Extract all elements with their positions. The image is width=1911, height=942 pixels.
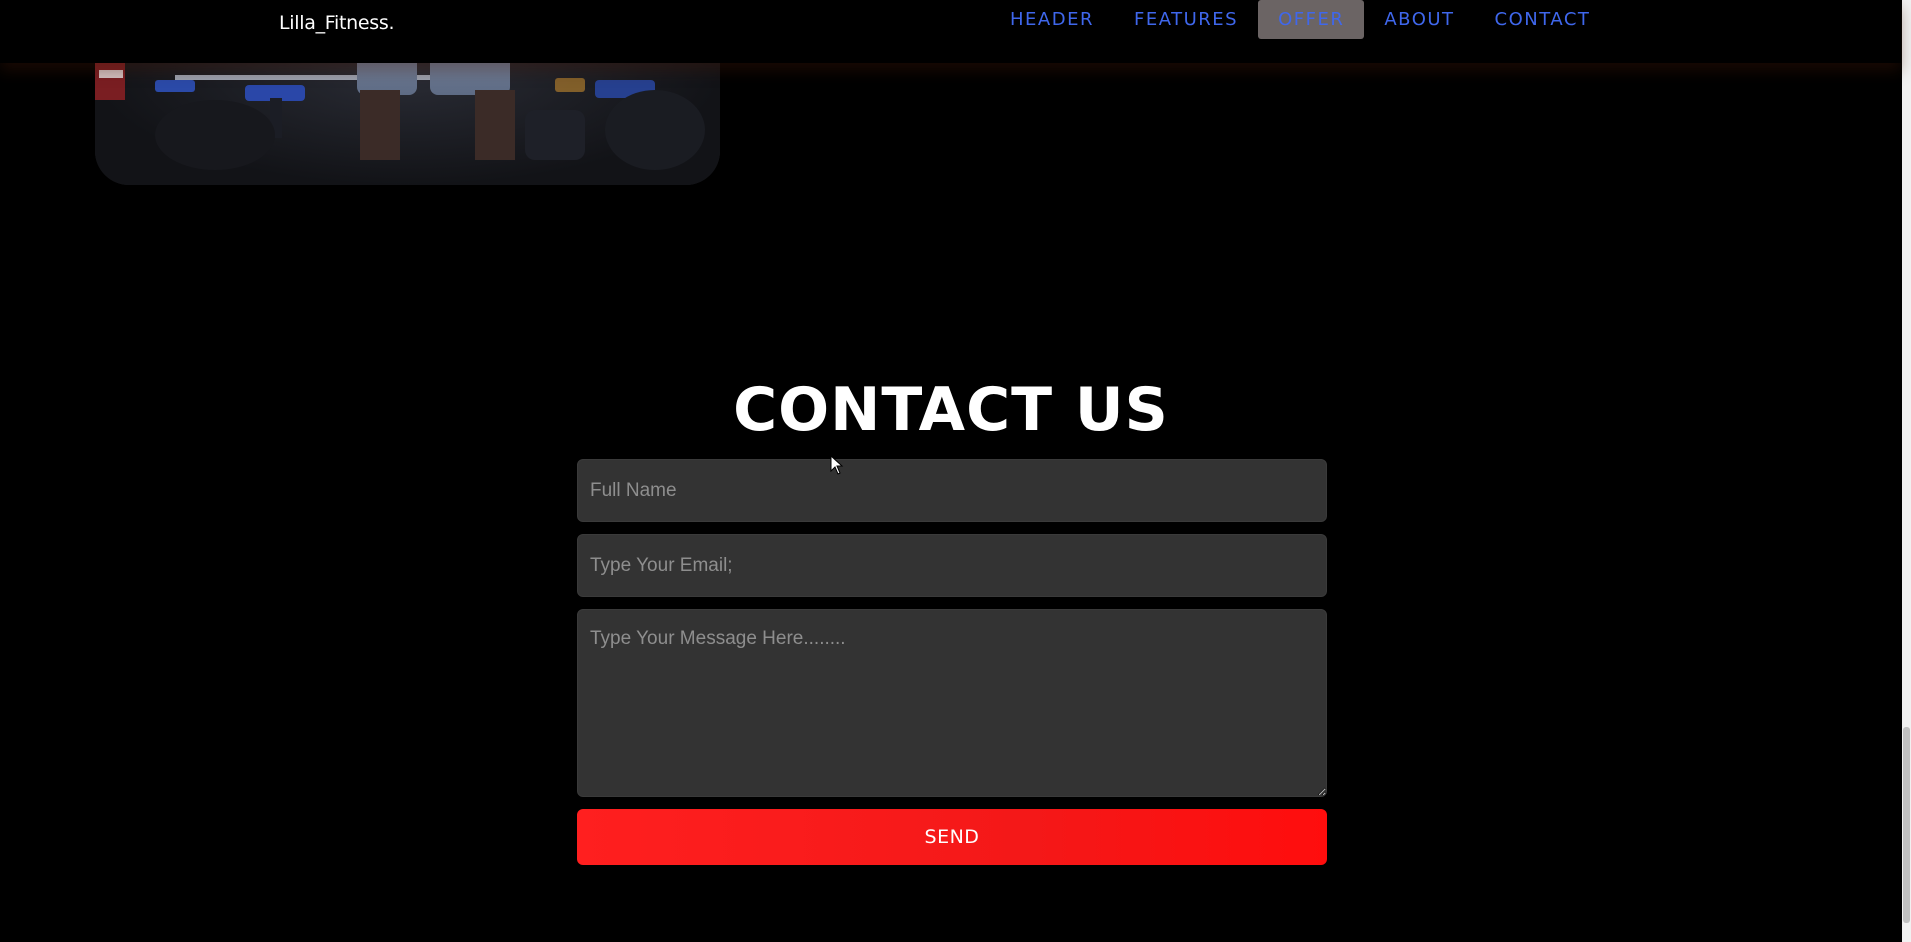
scrollbar[interactable] <box>1902 0 1911 942</box>
nav-link-offer[interactable]: OFFER <box>1258 0 1365 39</box>
nav-link-features[interactable]: FEATURES <box>1114 0 1258 39</box>
contact-title: CONTACT US <box>733 375 1169 445</box>
nav-link-contact[interactable]: CONTACT <box>1475 0 1611 39</box>
full-name-input[interactable] <box>577 459 1327 522</box>
email-input[interactable] <box>577 534 1327 597</box>
navbar: Lilla_Fitness. HEADER FEATURES OFFER ABO… <box>0 0 1901 63</box>
nav-links: HEADER FEATURES OFFER ABOUT CONTACT <box>990 0 1610 39</box>
nav-link-about[interactable]: ABOUT <box>1364 0 1474 39</box>
page: Lilla_Fitness. HEADER FEATURES OFFER ABO… <box>0 0 1911 942</box>
nav-link-header[interactable]: HEADER <box>990 0 1114 39</box>
message-textarea[interactable] <box>577 609 1327 797</box>
brand-logo[interactable]: Lilla_Fitness. <box>279 12 395 34</box>
scrollbar-thumb[interactable] <box>1903 727 1910 923</box>
send-button[interactable]: SEND <box>577 809 1327 865</box>
mouse-cursor-icon <box>830 455 844 475</box>
